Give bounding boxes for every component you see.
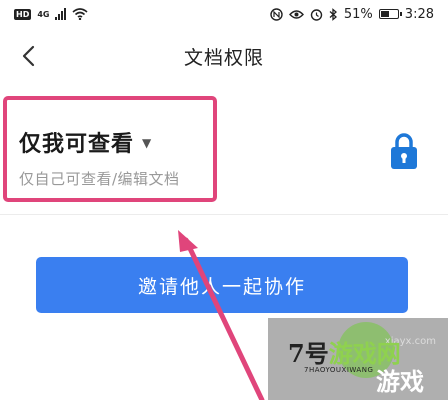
status-bar: HD 4G 51% 3:28 xyxy=(0,0,448,28)
lock-icon xyxy=(391,133,417,169)
nfc-icon xyxy=(270,7,283,21)
watermark-games: 游戏 xyxy=(376,368,424,396)
hd-badge: HD xyxy=(14,8,32,20)
permission-row[interactable]: 仅我可查看 ▼ 仅自己可查看/编辑文档 xyxy=(0,96,448,214)
back-icon[interactable] xyxy=(14,42,42,70)
page-title: 文档权限 xyxy=(183,46,264,69)
wifi-icon xyxy=(72,8,89,20)
watermark-number: 7 xyxy=(288,339,305,368)
watermark: xiayx.com 7号游戏网 7HAOYOUXIWANG 游戏 xyxy=(268,318,448,400)
status-time: 3:28 xyxy=(404,6,434,22)
watermark-char-b: 游戏 xyxy=(328,339,377,368)
permission-selector[interactable]: 仅我可查看 ▼ 仅自己可查看/编辑文档 xyxy=(3,96,217,202)
status-left: HD 4G xyxy=(14,8,89,20)
divider xyxy=(0,214,448,215)
eye-icon xyxy=(288,9,304,19)
permission-description: 仅自己可查看/编辑文档 xyxy=(19,170,180,188)
caret-down-icon[interactable]: ▼ xyxy=(142,136,151,150)
bluetooth-icon xyxy=(329,7,337,21)
watermark-char-a: 号 xyxy=(304,339,329,368)
battery-percent: 51% xyxy=(343,6,373,22)
permission-title: 仅我可查看 xyxy=(19,132,135,157)
status-right: 51% 3:28 xyxy=(270,7,434,22)
watermark-subtitle: 7HAOYOUXIWANG xyxy=(304,366,374,374)
battery-icon xyxy=(378,9,402,19)
signal-icon xyxy=(55,8,67,20)
invite-collaborate-button[interactable]: 邀请他人一起协作 xyxy=(36,257,408,313)
alarm-icon xyxy=(310,8,323,21)
permission-title-row[interactable]: 仅我可查看 ▼ xyxy=(19,126,201,158)
nav-bar: 文档权限 xyxy=(0,28,448,84)
network-type: 4G xyxy=(37,9,50,19)
